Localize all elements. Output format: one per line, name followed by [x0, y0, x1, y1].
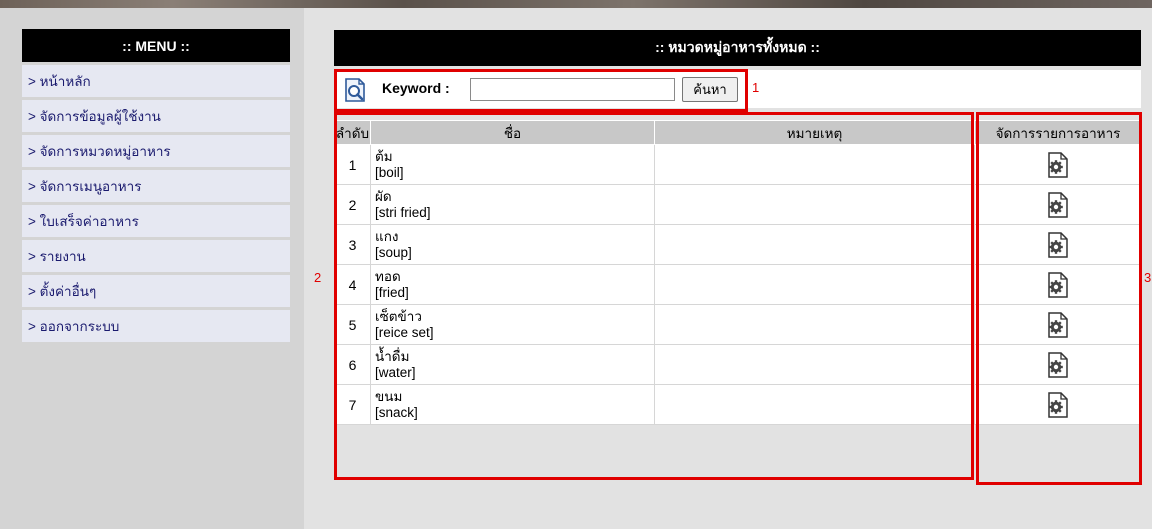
page-background: :: MENU :: > หน้าหลัก > จัดการข้อมูลผู้ใ…	[0, 8, 1152, 529]
keyword-label: Keyword :	[382, 80, 450, 96]
table-row: 3 แกง [soup]	[334, 224, 1142, 265]
table-row: 5 เซ็ตข้าว [reice set]	[334, 304, 1142, 345]
row-name-en: [soup]	[375, 244, 412, 260]
row-order: 5	[334, 304, 371, 345]
row-order: 1	[334, 144, 371, 185]
row-order: 7	[334, 384, 371, 425]
sidebar-item-home[interactable]: > หน้าหลัก	[22, 65, 290, 97]
row-name: ขนม [snack]	[370, 384, 655, 425]
table-row: 7 ขนม [snack]	[334, 384, 1142, 425]
keyword-input[interactable]	[470, 78, 675, 101]
manage-items-icon[interactable]	[1046, 391, 1070, 418]
manage-items-icon[interactable]	[1046, 271, 1070, 298]
row-manage-cell	[974, 184, 1142, 225]
row-name-th: น้ำดื่ม	[375, 348, 410, 364]
manage-items-icon[interactable]	[1046, 191, 1070, 218]
row-name-en: [boil]	[375, 164, 404, 180]
search-button[interactable]: ค้นหา	[682, 77, 738, 102]
table-row: 1 ต้ม [boil]	[334, 144, 1142, 185]
manage-items-icon[interactable]	[1046, 231, 1070, 258]
search-bar: Keyword : ค้นหา	[334, 70, 1141, 108]
row-name: ต้ม [boil]	[370, 144, 655, 185]
table-row: 4 ทอด [fried]	[334, 264, 1142, 305]
sidebar-item-manage-menu[interactable]: > จัดการเมนูอาหาร	[22, 170, 290, 202]
row-manage-cell	[974, 264, 1142, 305]
row-order: 3	[334, 224, 371, 265]
row-order: 6	[334, 344, 371, 385]
header-note: หมายเหตุ	[654, 120, 975, 145]
page-title: :: หมวดหมู่อาหารทั้งหมด ::	[334, 30, 1141, 66]
sidebar-menu: :: MENU :: > หน้าหลัก > จัดการข้อมูลผู้ใ…	[22, 29, 290, 342]
row-name-en: [reice set]	[375, 324, 434, 340]
table-header-row: ลำดับ ชื่อ หมายเหตุ จัดการรายการอาหาร	[334, 120, 1142, 145]
row-name-th: ผัด	[375, 188, 392, 204]
sidebar-item-manage-users[interactable]: > จัดการข้อมูลผู้ใช้งาน	[22, 100, 290, 132]
search-icon[interactable]	[342, 77, 368, 103]
annotation-label-2: 2	[314, 270, 322, 285]
row-name-th: เซ็ตข้าว	[375, 308, 422, 324]
top-banner-strip	[0, 0, 1152, 8]
row-manage-cell	[974, 144, 1142, 185]
row-name-en: [fried]	[375, 284, 409, 300]
row-name: เซ็ตข้าว [reice set]	[370, 304, 655, 345]
row-name: ผัด [stri fried]	[370, 184, 655, 225]
row-name-th: ขนม	[375, 388, 403, 404]
header-name: ชื่อ	[370, 120, 655, 145]
row-manage-cell	[974, 224, 1142, 265]
row-note	[654, 344, 975, 385]
menu-title: :: MENU ::	[22, 29, 290, 62]
sidebar-item-receipts[interactable]: > ใบเสร็จค่าอาหาร	[22, 205, 290, 237]
header-manage: จัดการรายการอาหาร	[974, 120, 1142, 145]
row-note	[654, 184, 975, 225]
row-name-en: [snack]	[375, 404, 418, 420]
row-note	[654, 384, 975, 425]
sidebar-item-manage-categories[interactable]: > จัดการหมวดหมู่อาหาร	[22, 135, 290, 167]
category-table: ลำดับ ชื่อ หมายเหตุ จัดการรายการอาหาร 1 …	[334, 120, 1142, 425]
row-note	[654, 264, 975, 305]
sidebar-item-settings[interactable]: > ตั้งค่าอื่นๆ	[22, 275, 290, 307]
row-name-en: [water]	[375, 364, 416, 380]
row-name-th: แกง	[375, 228, 399, 244]
row-manage-cell	[974, 344, 1142, 385]
header-order: ลำดับ	[334, 120, 371, 145]
row-note	[654, 304, 975, 345]
manage-items-icon[interactable]	[1046, 351, 1070, 378]
row-manage-cell	[974, 384, 1142, 425]
row-manage-cell	[974, 304, 1142, 345]
row-name: ทอด [fried]	[370, 264, 655, 305]
sidebar-item-reports[interactable]: > รายงาน	[22, 240, 290, 272]
row-name: น้ำดื่ม [water]	[370, 344, 655, 385]
row-order: 4	[334, 264, 371, 305]
row-note	[654, 224, 975, 265]
manage-items-icon[interactable]	[1046, 151, 1070, 178]
row-name-en: [stri fried]	[375, 204, 431, 220]
sidebar-item-logout[interactable]: > ออกจากระบบ	[22, 310, 290, 342]
table-row: 6 น้ำดื่ม [water]	[334, 344, 1142, 385]
row-name-th: ต้ม	[375, 148, 393, 164]
row-order: 2	[334, 184, 371, 225]
row-name-th: ทอด	[375, 268, 401, 284]
annotation-label-3: 3	[1144, 270, 1152, 285]
row-note	[654, 144, 975, 185]
manage-items-icon[interactable]	[1046, 311, 1070, 338]
row-name: แกง [soup]	[370, 224, 655, 265]
table-row: 2 ผัด [stri fried]	[334, 184, 1142, 225]
annotation-label-1: 1	[752, 80, 760, 95]
